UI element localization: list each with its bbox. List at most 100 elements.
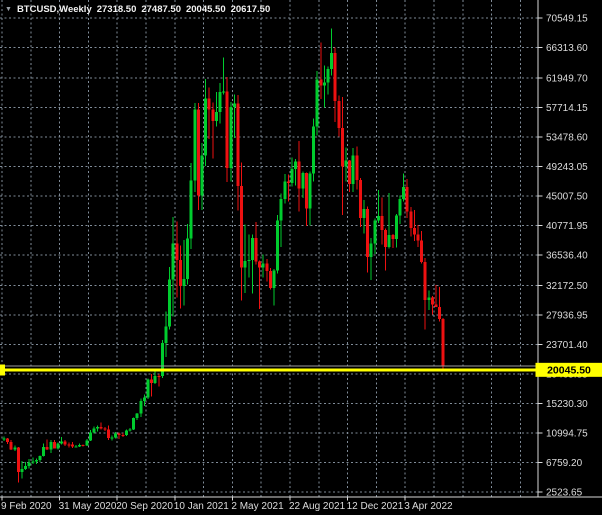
candle-body <box>265 264 268 271</box>
candle-body <box>28 463 31 466</box>
candle-body <box>129 429 132 430</box>
candle-body <box>280 199 283 221</box>
candle-body <box>276 221 279 271</box>
candle-body <box>283 181 286 198</box>
candle-body <box>226 91 229 167</box>
price-chart[interactable]: 70549.1566313.6061949.7057714.1553478.60… <box>0 0 602 515</box>
candle-body <box>384 230 387 247</box>
candle-body <box>10 442 13 449</box>
candle-body <box>381 216 384 230</box>
y-axis-label: 32172.50 <box>546 281 588 292</box>
one-click-trading-arrow[interactable]: ▼ <box>5 6 12 13</box>
candle-body <box>366 209 369 257</box>
candle-body <box>35 460 38 462</box>
candle-body <box>21 469 24 472</box>
candle-body <box>31 461 34 462</box>
ohlc-open: 27318.50 <box>97 4 137 15</box>
candle-body <box>247 260 250 261</box>
candle-body <box>273 271 276 288</box>
candle-body <box>24 466 27 469</box>
candle-body <box>215 112 218 121</box>
candle-body <box>150 379 153 382</box>
candle-body <box>60 442 63 444</box>
candle-body <box>139 401 142 414</box>
candle-body <box>233 104 236 107</box>
candles <box>3 29 445 483</box>
x-axis-label: 3 Apr 2022 <box>404 501 453 512</box>
candle-body <box>172 243 175 279</box>
y-axis-label: 53478.60 <box>546 132 588 143</box>
candle-body <box>294 162 297 169</box>
candle-body <box>370 243 373 257</box>
candle-body <box>96 427 99 428</box>
y-axis-label: 15230.30 <box>546 399 588 410</box>
candle-body <box>316 80 319 127</box>
candle-body <box>402 187 405 199</box>
x-axis-label: 12 Dec 2021 <box>347 501 404 512</box>
candle-body <box>186 238 189 278</box>
candle-body <box>348 160 351 184</box>
candle-body <box>395 215 398 239</box>
candle-body <box>399 199 402 215</box>
candle-body <box>114 433 117 437</box>
candle-body <box>183 279 186 286</box>
candle-body <box>67 444 70 445</box>
candle-body <box>258 261 261 267</box>
candle-body <box>93 428 96 432</box>
candle-body <box>424 262 427 300</box>
y-axis-label: 6759.20 <box>546 458 583 469</box>
candle-body <box>334 53 337 101</box>
candle-body <box>78 445 81 446</box>
candle-body <box>420 241 423 263</box>
candle-body <box>298 162 301 189</box>
candle-body <box>46 447 49 449</box>
candle-body <box>111 438 114 439</box>
ohlc-close: 20617.50 <box>231 4 271 15</box>
y-axis-label: 40771.95 <box>546 221 588 232</box>
candle-body <box>118 433 121 434</box>
candle-body <box>291 169 294 183</box>
candle-body <box>3 439 6 440</box>
y-axis-label: 49243.05 <box>546 162 588 173</box>
price-line-badge-value: 20045.50 <box>547 364 591 376</box>
x-axis-label: 10 Jan 2021 <box>174 501 229 512</box>
candle-body <box>442 319 445 366</box>
chart-title: ▼ BTCUSD,Weekly 27318.50 27487.50 20045.… <box>5 3 275 15</box>
candle-body <box>363 209 366 218</box>
candle-body <box>427 297 430 299</box>
candle-body <box>237 104 240 186</box>
candle-body <box>193 110 196 181</box>
candle-body <box>197 110 200 196</box>
y-axis-label: 2523.65 <box>546 487 583 498</box>
candle-body <box>388 235 391 247</box>
candle-body <box>75 446 78 447</box>
axis-borders <box>0 0 602 497</box>
candle-body <box>219 92 222 112</box>
candle-body <box>165 327 168 343</box>
candle-body <box>305 173 308 209</box>
candle-body <box>222 91 225 92</box>
candle-body <box>287 181 290 183</box>
candle-body <box>175 243 178 260</box>
y-axis-label: 27936.95 <box>546 310 588 321</box>
candle-body <box>413 228 416 235</box>
y-axis-label: 10994.75 <box>546 428 588 439</box>
candle-body <box>373 220 376 243</box>
candle-body <box>82 445 85 446</box>
ohlc-low: 20045.50 <box>186 4 226 15</box>
candle-body <box>103 428 106 429</box>
y-axis-label: 36536.40 <box>546 250 588 261</box>
candle-body <box>100 427 103 428</box>
line-drag-handle[interactable] <box>0 364 5 375</box>
candle-body <box>39 456 42 460</box>
y-axis-labels: 70549.1566313.6061949.7057714.1553478.60… <box>538 14 588 499</box>
candle-body <box>345 160 348 166</box>
candle-body <box>251 238 254 260</box>
candle-body <box>190 181 193 239</box>
candle-body <box>53 442 56 449</box>
candle-body <box>352 156 355 185</box>
candle-body <box>17 447 20 472</box>
candle-body <box>157 376 160 377</box>
candle-body <box>417 235 420 241</box>
candle-body <box>89 433 92 441</box>
